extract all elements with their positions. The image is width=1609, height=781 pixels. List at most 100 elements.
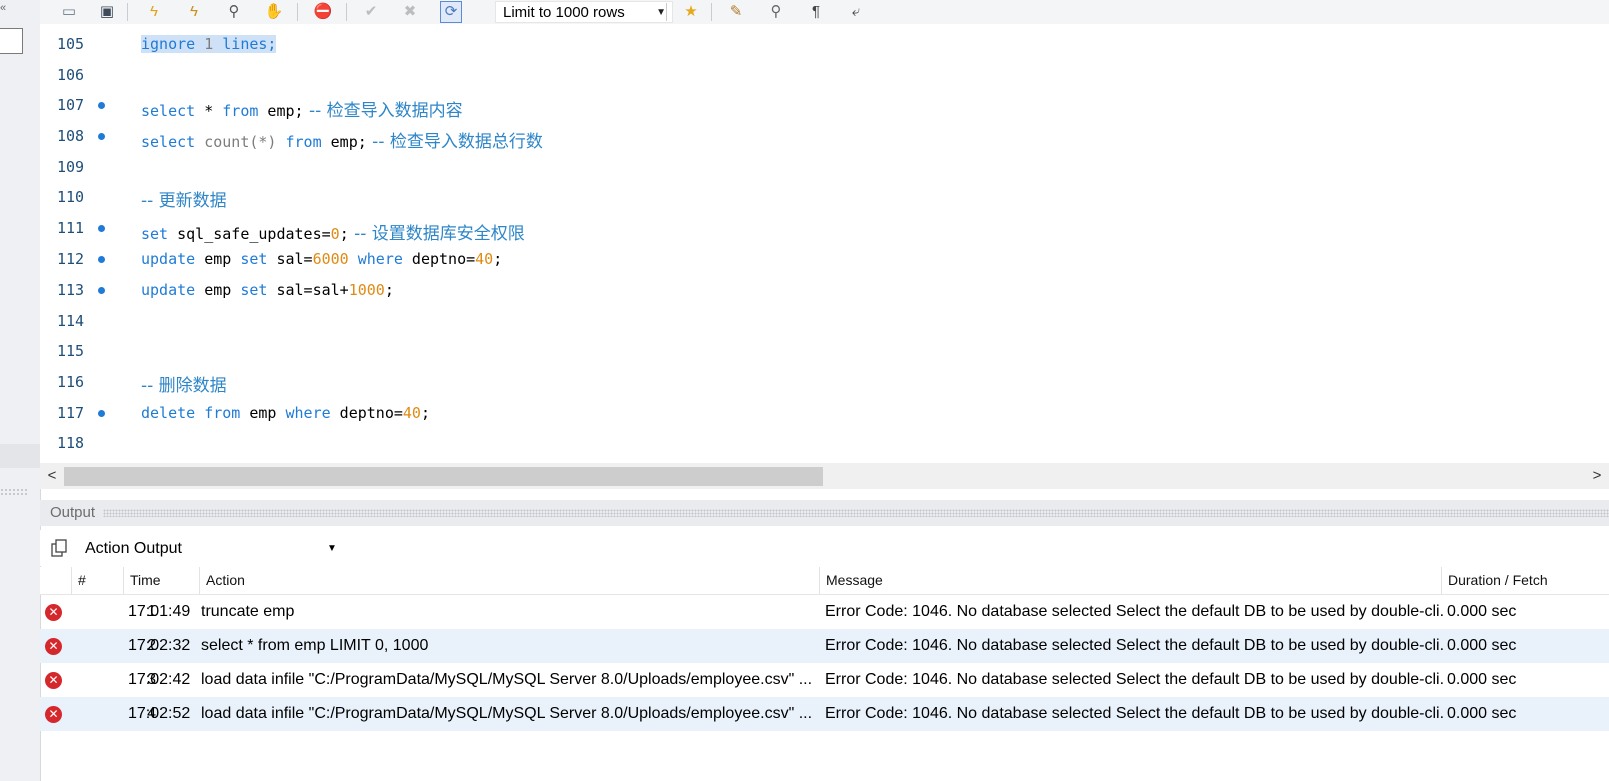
rollback-icon[interactable]: ✖ xyxy=(399,1,421,23)
left-sidebar-strip: « xyxy=(0,0,41,781)
folder-open-icon[interactable]: ▭ xyxy=(58,1,80,23)
code-token: sal= xyxy=(267,250,313,268)
column-header-action[interactable]: Action xyxy=(199,567,819,594)
line-number: 106 xyxy=(57,66,85,84)
toolbar-separator xyxy=(127,3,128,21)
statement-marker-icon[interactable] xyxy=(98,225,105,232)
execute-current-icon[interactable]: ϟ xyxy=(183,1,205,23)
code-line: 113 update emp set sal=sal+1000; xyxy=(40,275,1609,306)
code-token: emp xyxy=(240,404,286,422)
row-duration: 0.000 sec xyxy=(1447,603,1517,620)
output-panel-title: Output xyxy=(50,504,96,521)
error-icon: ✕ xyxy=(45,672,62,689)
output-type-select[interactable]: Action Output ▼ xyxy=(85,538,339,560)
line-number: 108 xyxy=(57,127,85,145)
collapse-icon[interactable]: « xyxy=(0,2,6,14)
table-row[interactable]: ✕ 1 17:01:49 truncate emp Error Code: 10… xyxy=(40,595,1609,629)
row-duration: 0.000 sec xyxy=(1447,637,1517,654)
horizontal-scrollbar[interactable]: < > xyxy=(40,463,1609,489)
code-line: 115 xyxy=(40,336,1609,367)
scrollbar-thumb[interactable] xyxy=(64,467,823,486)
code-line: 118 xyxy=(40,428,1609,459)
number: 1 xyxy=(204,35,214,53)
statement-marker-icon[interactable] xyxy=(98,410,105,417)
line-number: 117 xyxy=(57,404,85,422)
code-text: set sql_safe_updates=0; -- 设置数据库安全权限 xyxy=(141,219,525,244)
code-line: 107 select * from emp; -- 检查导入数据内容 xyxy=(40,90,1609,121)
line-number: 118 xyxy=(57,434,85,452)
sidebar-input-box[interactable] xyxy=(0,28,23,54)
sidebar-splitter-grip[interactable] xyxy=(0,488,28,496)
row-message: Error Code: 1046. No database selected S… xyxy=(825,603,1444,620)
code-line: 108 select count(*) from emp; -- 检查导入数据总… xyxy=(40,121,1609,152)
code-token: sal=sal+ xyxy=(267,281,349,299)
keyword: set xyxy=(240,250,268,268)
row-time: 17:02:42 xyxy=(128,671,191,688)
comment: -- 检查导入数据内容 xyxy=(303,101,463,121)
explain-icon[interactable]: ⚲ xyxy=(223,1,245,23)
keyword: select xyxy=(141,102,196,120)
scroll-right-icon[interactable]: > xyxy=(1587,463,1607,489)
table-row[interactable]: ✕ 2 17:02:32 select * from emp LIMIT 0, … xyxy=(40,629,1609,663)
save-icon[interactable]: ▣ xyxy=(96,1,118,23)
output-panel-header: Output xyxy=(40,500,1609,526)
scroll-left-icon[interactable]: < xyxy=(42,463,62,489)
beautify-icon[interactable]: ✎ xyxy=(725,1,747,23)
sql-editor[interactable]: 105 ignore 1 lines; 106 107 select * fro… xyxy=(40,24,1609,476)
wrap-icon[interactable]: ⤶ xyxy=(845,1,867,23)
column-header-duration[interactable]: Duration / Fetch xyxy=(1441,567,1609,594)
number: 0 xyxy=(330,225,340,243)
keyword: from xyxy=(285,133,322,151)
statement-marker-icon[interactable] xyxy=(98,287,105,294)
statement-marker-icon[interactable] xyxy=(98,102,105,109)
statement-marker-icon[interactable] xyxy=(98,133,105,140)
toggle-error-icon[interactable]: ⛔ xyxy=(312,1,334,23)
table-row[interactable]: ✕ 3 17:02:42 load data infile "C:/Progra… xyxy=(40,663,1609,697)
row-action: select * from emp LIMIT 0, 1000 xyxy=(201,637,429,654)
function: count(*) xyxy=(204,133,277,151)
line-number: 116 xyxy=(57,373,85,391)
number: 40 xyxy=(475,250,494,268)
execute-icon[interactable]: ϟ xyxy=(143,1,165,23)
column-header-time[interactable]: Time xyxy=(123,567,199,594)
column-header-num[interactable]: # xyxy=(71,567,123,594)
code-token: emp; xyxy=(321,133,367,151)
row-message: Error Code: 1046. No database selected S… xyxy=(825,705,1444,722)
toolbar-separator xyxy=(297,3,298,21)
table-row[interactable]: ✕ 4 17:02:52 load data infile "C:/Progra… xyxy=(40,697,1609,731)
code-line: 116 -- 删除数据 xyxy=(40,367,1609,398)
autocommit-icon[interactable]: ⟳ xyxy=(440,1,462,23)
invisible-chars-icon[interactable]: ¶ xyxy=(805,1,827,23)
keyword: set xyxy=(141,225,169,243)
code-token: deptno= xyxy=(330,404,403,422)
find-icon[interactable]: ⚲ xyxy=(765,1,787,23)
keyword: from xyxy=(222,102,259,120)
limit-rows-select[interactable]: Limit to 1000 rows ▼ xyxy=(495,1,673,23)
code-text: delete from emp where deptno=40; xyxy=(141,404,430,422)
copy-icon[interactable] xyxy=(50,538,70,558)
comment: -- 检查导入数据总行数 xyxy=(366,132,543,152)
add-snippet-icon[interactable]: ★ xyxy=(680,1,702,23)
keyword: update xyxy=(141,250,196,268)
commit-icon[interactable]: ✔ xyxy=(360,1,382,23)
comment: -- 删除数据 xyxy=(141,376,227,396)
error-icon: ✕ xyxy=(45,638,62,655)
row-action: load data infile "C:/ProgramData/MySQL/M… xyxy=(201,705,813,722)
stop-icon[interactable]: ✋ xyxy=(263,1,285,23)
row-duration: 0.000 sec xyxy=(1447,705,1517,722)
keyword: where xyxy=(285,404,331,422)
code-token: emp; xyxy=(258,102,304,120)
code-token: emp xyxy=(195,281,241,299)
line-number: 113 xyxy=(57,281,85,299)
number: 6000 xyxy=(312,250,349,268)
column-header-message[interactable]: Message xyxy=(819,567,1441,594)
toolbar-separator xyxy=(346,3,347,21)
panel-grip[interactable] xyxy=(103,509,1609,517)
statement-marker-icon[interactable] xyxy=(98,256,105,263)
code-line: 105 ignore 1 lines; xyxy=(40,29,1609,60)
code-text: ignore 1 lines; xyxy=(141,35,277,53)
number: 40 xyxy=(402,404,421,422)
keyword: lines; xyxy=(222,35,277,53)
line-number: 115 xyxy=(57,342,85,360)
code-text: update emp set sal=sal+1000; xyxy=(141,281,394,299)
